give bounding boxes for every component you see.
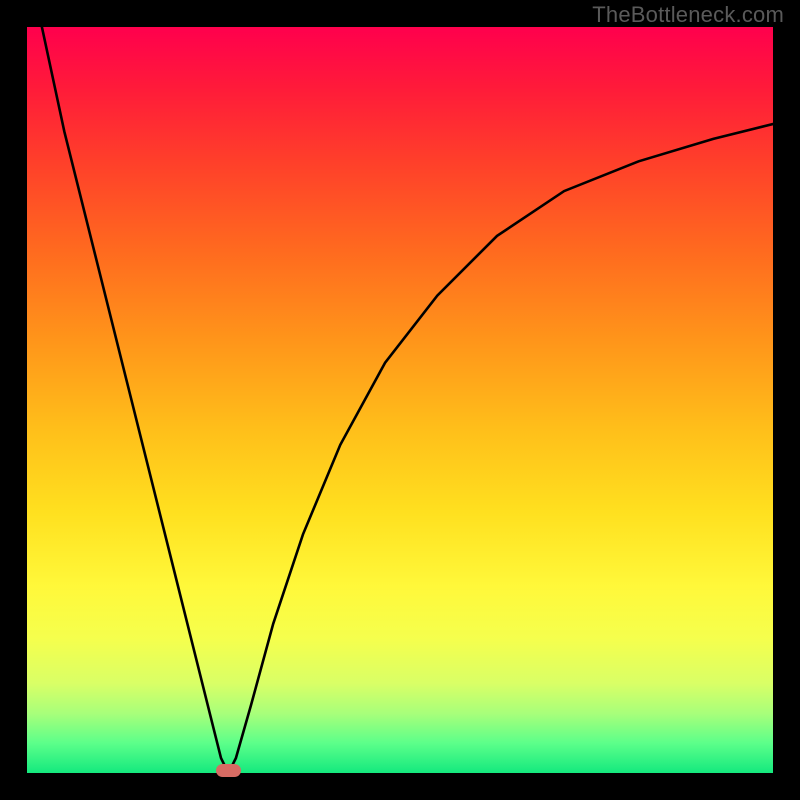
optimum-marker bbox=[216, 764, 241, 777]
watermark-text: TheBottleneck.com bbox=[592, 2, 784, 28]
chart-frame: TheBottleneck.com bbox=[0, 0, 800, 800]
bottleneck-curve-path bbox=[42, 27, 773, 773]
plot-area bbox=[27, 27, 773, 773]
curve-svg bbox=[27, 27, 773, 773]
